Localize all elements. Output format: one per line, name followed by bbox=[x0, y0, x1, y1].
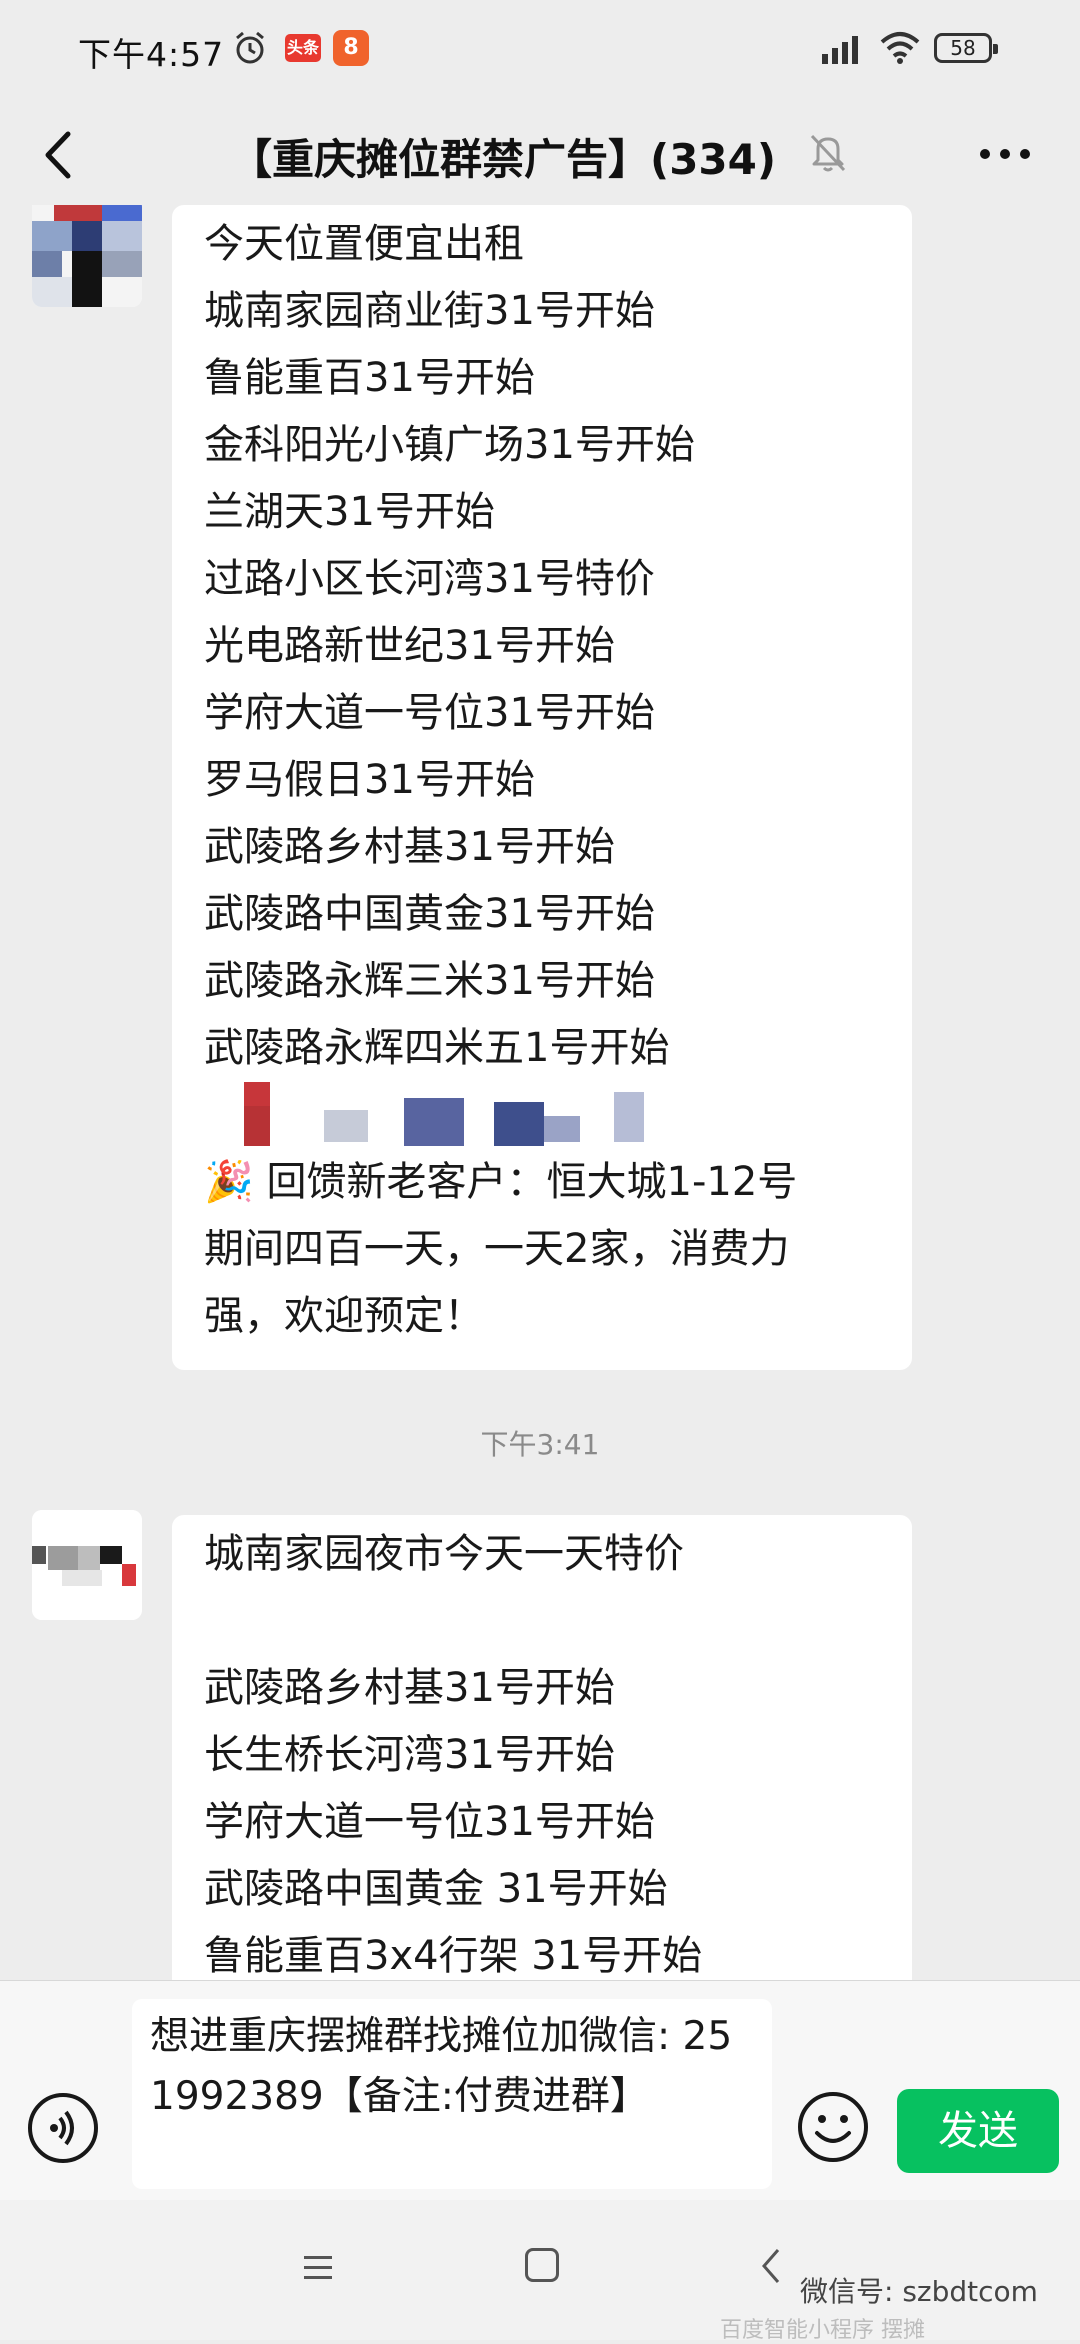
nav-back-icon[interactable] bbox=[758, 2246, 784, 2286]
message-line: 鲁能重百3x4行架 31号开始 bbox=[204, 1933, 703, 1979]
alarm-icon bbox=[236, 31, 264, 64]
send-button[interactable]: 发送 bbox=[897, 2089, 1059, 2173]
status-time: 下午4:57 bbox=[78, 35, 225, 74]
message-line: 学府大道一号位31号开始 bbox=[204, 690, 655, 736]
message-line: 兰湖天31号开始 bbox=[204, 489, 495, 535]
status-bar: 下午4:57 头条 8 58 bbox=[0, 0, 1080, 100]
emoji-button[interactable] bbox=[795, 2089, 871, 2165]
message-line: 武陵路中国黄金31号开始 bbox=[204, 891, 655, 937]
voice-input-button[interactable] bbox=[28, 2093, 98, 2163]
mute-notification-icon bbox=[810, 134, 846, 172]
back-button[interactable] bbox=[30, 122, 90, 188]
app-notification-icon: 8 bbox=[333, 30, 369, 66]
message-line: 期间四百一天，一天2家，消费力 bbox=[204, 1226, 790, 1272]
redacted-content bbox=[204, 1082, 882, 1149]
message-line: 城南家园商业街31号开始 bbox=[204, 288, 655, 334]
message-input[interactable]: 想进重庆摆摊群找摊位加微信: 251992389【备注:付费进群】 bbox=[132, 1999, 772, 2189]
message-line: 光电路新世纪31号开始 bbox=[204, 623, 615, 669]
message-list[interactable]: 今天位置便宜出租城南家园商业街31号开始 鲁能重百31号开始金科阳光小镇广场31号… bbox=[0, 205, 1080, 1980]
background-watermark: 百度智能小程序 摆摊 bbox=[720, 2318, 925, 2343]
sender-avatar[interactable] bbox=[32, 1510, 142, 1620]
message-line: 过路小区长河湾31号特价 bbox=[204, 556, 655, 602]
signal-icon bbox=[822, 36, 858, 64]
chat-header: 【重庆摊位群禁广告】(334) bbox=[0, 100, 1080, 210]
message-line: 罗马假日31号开始 bbox=[204, 757, 535, 803]
message-timestamp: 下午3:41 bbox=[480, 1428, 600, 1461]
message-line: 武陵路永辉三米31号开始 bbox=[204, 958, 655, 1004]
chat-input-bar: 想进重庆摆摊群找摊位加微信: 251992389【备注:付费进群】 发送 bbox=[0, 1980, 1080, 2201]
message-line: 城南家园夜市今天一天特价 bbox=[204, 1531, 684, 1577]
battery-icon: 58 bbox=[934, 33, 998, 63]
message-bubble[interactable]: 城南家园夜市今天一天特价 武陵路乡村基31号开始 长生桥长河湾31号开始 学府大道一号… bbox=[172, 1515, 912, 1980]
wifi-icon bbox=[880, 32, 920, 64]
voice-icon bbox=[50, 2110, 74, 2146]
message-bubble[interactable]: 今天位置便宜出租城南家园商业街31号开始 鲁能重百31号开始金科阳光小镇广场31号… bbox=[172, 205, 912, 1370]
system-nav-bar: 百度智能小程序 摆摊 微信号: szbdtcom bbox=[0, 2200, 1080, 2343]
watermark: 微信号: szbdtcom bbox=[800, 2275, 1038, 2308]
sender-avatar[interactable] bbox=[32, 205, 142, 307]
message-line: 武陵路永辉四米五1号开始 bbox=[204, 1025, 670, 1071]
message-line bbox=[204, 1588, 882, 1655]
message-line: 金科阳光小镇广场31号开始 bbox=[204, 422, 695, 468]
chat-title: 【重庆摊位群禁广告】(334) bbox=[230, 135, 777, 184]
message-line: 长生桥长河湾31号开始 bbox=[204, 1732, 615, 1778]
message-line: 今天位置便宜出租 bbox=[204, 221, 524, 267]
message-line: 学府大道一号位31号开始 bbox=[204, 1799, 655, 1845]
recent-apps-icon[interactable] bbox=[300, 2250, 336, 2284]
message-line: 武陵路中国黄金 31号开始 bbox=[204, 1866, 668, 1912]
message-line: 🎉 回馈新老客户：恒大城1-12号 bbox=[204, 1159, 798, 1205]
message-line: 强，欢迎预定！ bbox=[204, 1293, 484, 1339]
home-button[interactable] bbox=[525, 2248, 559, 2282]
more-options-button[interactable] bbox=[972, 124, 1038, 184]
message-line: 武陵路乡村基31号开始 bbox=[204, 1665, 615, 1711]
message-line: 鲁能重百31号开始 bbox=[204, 355, 535, 401]
toutiao-app-icon: 头条 bbox=[285, 34, 321, 62]
message-line: 武陵路乡村基31号开始 bbox=[204, 824, 615, 870]
